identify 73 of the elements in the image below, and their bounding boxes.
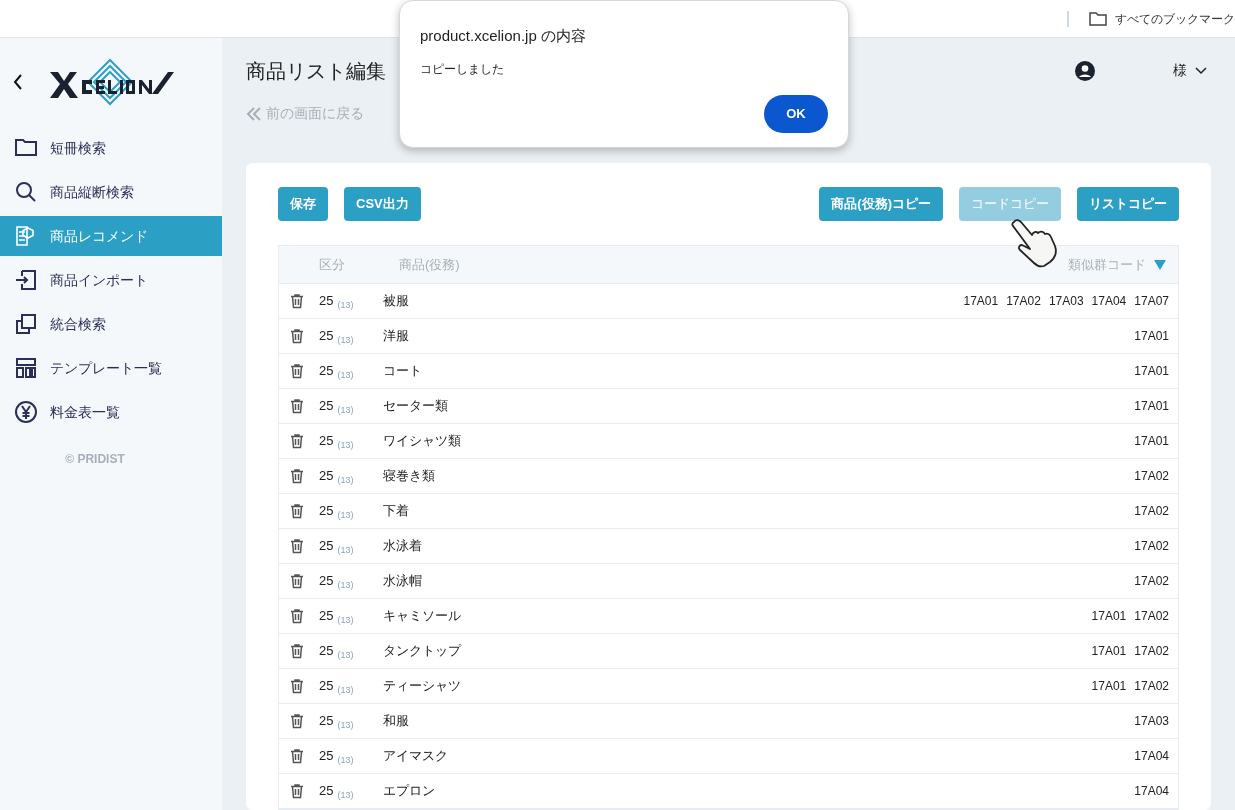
similar-group-code: 17A01 <box>1091 608 1127 625</box>
product-name: 下着 <box>383 502 409 521</box>
class-number: 25 <box>319 782 334 801</box>
product-name: 被服 <box>383 292 409 311</box>
class-number: 25 <box>319 642 334 661</box>
class-subnumber: (13) <box>337 649 354 663</box>
column-header: 区分 <box>319 255 346 274</box>
product-name: ティーシャツ <box>383 677 461 696</box>
class-number: 25 <box>319 292 334 311</box>
class-subnumber: (13) <box>337 789 354 803</box>
class-number: 25 <box>319 327 334 346</box>
similar-group-code: 17A04 <box>1134 783 1169 800</box>
product-name: タンクトップ <box>383 642 461 661</box>
similar-group-code: 17A02 <box>1134 643 1169 660</box>
product-name: 和服 <box>383 712 409 731</box>
product-name: 水泳着 <box>383 537 422 556</box>
similar-group-code: 17A02 <box>1134 573 1169 590</box>
similar-group-code: 17A02 <box>1134 608 1169 625</box>
class-number: 25 <box>319 467 334 486</box>
dialog-message: コピーしました <box>420 60 505 78</box>
class-subnumber: (13) <box>337 509 354 523</box>
class-number: 25 <box>319 677 334 696</box>
page-title: 商品リスト編集 <box>246 58 386 84</box>
product-name: 寝巻き類 <box>383 467 435 486</box>
similar-group-code: 17A02 <box>1134 503 1169 520</box>
class-number: 25 <box>319 747 334 766</box>
product-name: コート <box>383 362 422 381</box>
class-subnumber: (13) <box>337 439 354 453</box>
class-subnumber: (13) <box>337 369 354 383</box>
dialog-title: product.xcelion.jp の内容 <box>420 26 587 46</box>
class-subnumber: (13) <box>337 719 354 733</box>
similar-group-code: 17A03 <box>1048 293 1084 310</box>
similar-group-code: 17A01 <box>1134 363 1169 380</box>
class-subnumber: (13) <box>337 544 354 558</box>
class-subnumber: (13) <box>337 754 354 768</box>
similar-group-code: 17A04 <box>1091 293 1127 310</box>
similar-group-code: 17A01 <box>1091 678 1127 695</box>
similar-group-code: 17A01 <box>1134 433 1169 450</box>
similar-group-code: 17A02 <box>1134 678 1169 695</box>
product-name: セーター類 <box>383 397 448 416</box>
product-name: キャミソール <box>383 607 461 626</box>
class-number: 25 <box>319 397 334 416</box>
product-name: 洋服 <box>383 327 409 346</box>
product-name: エプロン <box>383 782 435 801</box>
similar-group-code: 17A07 <box>1134 293 1169 310</box>
product-name: ワイシャツ類 <box>383 432 461 451</box>
class-subnumber: (13) <box>337 474 354 488</box>
class-number: 25 <box>319 502 334 521</box>
similar-group-code: 17A03 <box>1134 713 1169 730</box>
similar-group-code: 17A02 <box>1006 293 1041 310</box>
similar-group-code: 17A02 <box>1134 538 1169 555</box>
class-subnumber: (13) <box>337 299 354 313</box>
class-number: 25 <box>319 712 334 731</box>
product-name: アイマスク <box>383 747 448 766</box>
class-number: 25 <box>319 572 334 591</box>
column-header: 商品(役務) <box>399 255 460 274</box>
similar-group-code: 17A04 <box>1134 748 1169 765</box>
similar-group-code: 17A01 <box>963 293 999 310</box>
similar-group-code: 17A01 <box>1091 643 1127 660</box>
product-name: 水泳帽 <box>383 572 422 591</box>
copyright: © PRIDIST <box>64 451 126 468</box>
similar-group-code: 17A01 <box>1134 328 1169 345</box>
similar-group-code: 17A01 <box>1134 398 1169 415</box>
class-subnumber: (13) <box>337 579 354 593</box>
class-subnumber: (13) <box>337 684 354 698</box>
class-number: 25 <box>319 362 334 381</box>
class-number: 25 <box>319 537 334 556</box>
class-subnumber: (13) <box>337 334 354 348</box>
class-subnumber: (13) <box>337 404 354 418</box>
class-number: 25 <box>319 607 334 626</box>
class-number: 25 <box>319 432 334 451</box>
similar-group-code: 17A02 <box>1134 468 1169 485</box>
class-subnumber: (13) <box>337 614 354 628</box>
